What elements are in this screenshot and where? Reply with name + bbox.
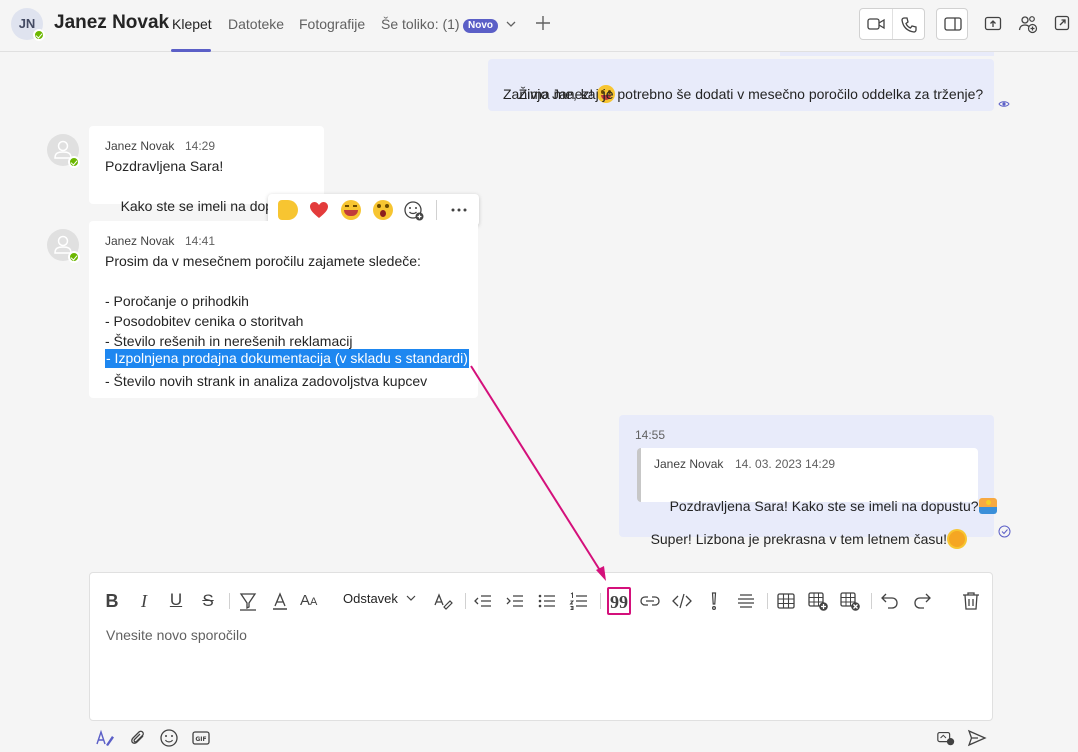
compose-box: B I U S AA Odstavek 99 Vnesite novo spor…: [89, 572, 993, 721]
strikethrough-button[interactable]: S: [196, 589, 220, 613]
attach-icon[interactable]: [128, 728, 148, 748]
quote-sender: Janez Novak: [654, 457, 724, 471]
audio-call-icon[interactable]: [900, 16, 918, 34]
delete-table-icon[interactable]: [838, 589, 862, 613]
insert-table-icon[interactable]: [774, 589, 798, 613]
share-screen-icon[interactable]: [984, 15, 1002, 33]
beach-emoji-icon: [978, 498, 997, 514]
paragraph-dropdown[interactable]: Odstavek: [343, 591, 416, 606]
chat-header: JN Janez Novak Klepet Datoteke Fotografi…: [0, 0, 1078, 52]
message-time: 14:29: [185, 139, 216, 153]
seen-eye-icon: [998, 101, 1010, 107]
gif-icon[interactable]: GIF: [191, 728, 211, 748]
sender-name: Janez Novak: [105, 234, 175, 248]
message-line: Pozdravljena Sara!: [105, 158, 224, 174]
message-incoming[interactable]: Janez Novak 14:41 Prosim da v mesečnem p…: [89, 221, 478, 398]
toolbar-divider: [229, 593, 230, 609]
emoji-icon[interactable]: [159, 728, 179, 748]
horizontal-rule-icon[interactable]: [734, 589, 758, 613]
bold-button[interactable]: B: [100, 589, 124, 613]
more-options-icon[interactable]: [451, 208, 467, 212]
font-color-icon[interactable]: [268, 589, 292, 613]
pop-out-icon[interactable]: [1054, 15, 1070, 31]
active-tab-indicator: [171, 49, 211, 52]
underline-button[interactable]: U: [164, 589, 188, 613]
message-line: - Posodobitev cenika o storitvah: [105, 313, 304, 329]
message-time: 14:41: [185, 234, 216, 248]
increase-indent-icon[interactable]: [503, 589, 527, 613]
message-input[interactable]: Vnesite novo sporočilo: [106, 627, 247, 643]
presence-available-icon: [68, 156, 80, 168]
divider: [436, 200, 437, 220]
important-icon[interactable]: [702, 589, 726, 613]
toolbar-divider: [871, 593, 872, 609]
numbered-list-icon[interactable]: [567, 589, 591, 613]
like-reaction-icon[interactable]: [278, 200, 298, 220]
laugh-reaction-icon[interactable]: [341, 200, 361, 220]
presence-available-icon: [33, 29, 45, 41]
tab-photos[interactable]: Fotografije: [299, 16, 365, 32]
quote-time: 14. 03. 2023 14:29: [735, 457, 836, 471]
message-incoming[interactable]: Janez Novak 14:29 Pozdravljena Sara! Kak…: [89, 126, 326, 214]
message-line: Prosim da v mesečnem poročilu zajamete s…: [105, 253, 421, 269]
message-line: Zanima me, kaj je potrebno še dodati v m…: [503, 86, 984, 102]
quote-text: Pozdravljena Sara! Kako ste se imeli na …: [669, 498, 979, 514]
message-line: - Število novih strank in analiza zadovo…: [105, 373, 428, 389]
quote-button[interactable]: 99: [607, 589, 631, 613]
send-icon[interactable]: [967, 728, 987, 748]
add-people-icon[interactable]: [1018, 14, 1038, 34]
highlight-icon[interactable]: [236, 589, 260, 613]
toolbar-divider: [465, 593, 466, 609]
video-call-icon[interactable]: [867, 16, 885, 32]
previous-message-edge: [780, 52, 994, 56]
message-time: 14:55: [635, 428, 666, 442]
panel-icon: [944, 17, 962, 31]
new-badge: Novo: [463, 19, 498, 33]
bulleted-list-icon[interactable]: [535, 589, 559, 613]
svg-text:GIF: GIF: [195, 736, 206, 743]
message-line: - Število rešenih in nerešenih reklamaci…: [105, 333, 353, 349]
link-icon[interactable]: [638, 589, 662, 613]
heart-reaction-icon[interactable]: [309, 201, 329, 219]
undo-icon[interactable]: [878, 589, 902, 613]
toolbar-divider: [600, 593, 601, 609]
add-tab-icon[interactable]: [534, 14, 552, 32]
font-size-icon[interactable]: AA: [300, 589, 324, 613]
surprised-reaction-icon[interactable]: [373, 200, 393, 220]
quoted-message[interactable]: Janez Novak 14. 03. 2023 14:29 Pozdravlj…: [637, 448, 997, 514]
decrease-indent-icon[interactable]: [471, 589, 495, 613]
selected-message-line[interactable]: - Izpolnjena prodajna dokumentacija (v s…: [105, 349, 469, 368]
tab-files[interactable]: Datoteke: [228, 16, 284, 32]
presence-available-icon: [68, 251, 80, 263]
italic-button[interactable]: I: [132, 589, 156, 613]
sent-status-icon: [998, 525, 1011, 538]
call-buttons: [859, 8, 925, 40]
clear-formatting-icon[interactable]: [431, 589, 455, 613]
format-icon[interactable]: [95, 728, 115, 748]
chevron-down-icon: [406, 595, 415, 601]
insert-row-icon[interactable]: [806, 589, 830, 613]
chat-title: Janez Novak: [54, 12, 170, 33]
code-snippet-icon[interactable]: [670, 589, 694, 613]
loop-component-icon[interactable]: [936, 728, 956, 748]
message-line: - Poročanje o prihodkih: [105, 293, 249, 309]
message-outgoing[interactable]: Živjo Janez! Zanima me, kaj je potrebno …: [488, 59, 994, 111]
chevron-down-icon[interactable]: [505, 18, 517, 30]
redo-icon[interactable]: [910, 589, 934, 613]
tab-chat[interactable]: Klepet: [172, 16, 212, 32]
toolbar-divider: [767, 593, 768, 609]
add-reaction-icon[interactable]: [403, 200, 425, 222]
tab-more[interactable]: Še toliko: (1): [381, 16, 460, 32]
sender-name: Janez Novak: [105, 139, 175, 153]
side-panel-button[interactable]: [936, 8, 968, 40]
delete-icon[interactable]: [959, 589, 983, 613]
paragraph-label: Odstavek: [343, 591, 398, 606]
